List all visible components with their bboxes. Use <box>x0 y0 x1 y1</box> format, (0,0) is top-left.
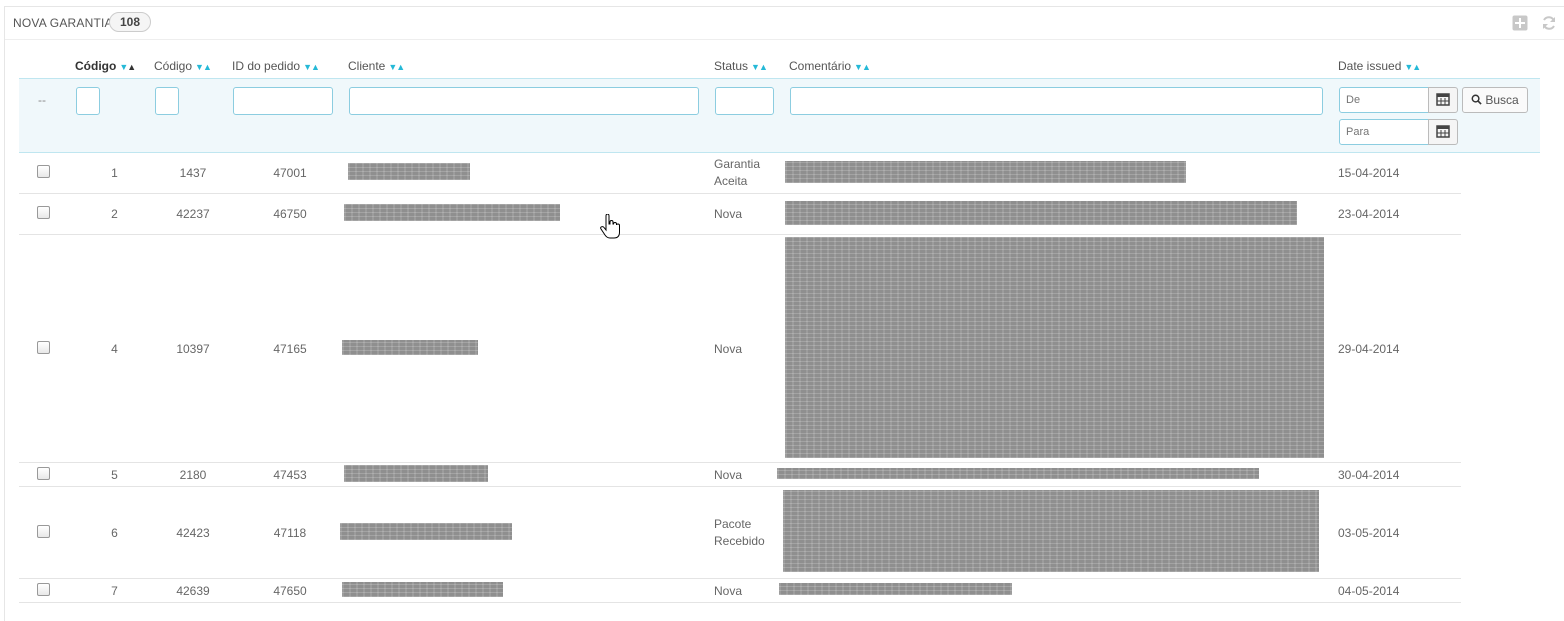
search-button[interactable]: Busca <box>1462 87 1528 113</box>
date-to-group <box>1339 119 1459 147</box>
filter-codigo-id[interactable] <box>76 87 100 115</box>
date-to-input[interactable] <box>1339 119 1429 145</box>
cell-status: Nova <box>714 578 789 603</box>
count-badge: 108 <box>109 12 152 32</box>
panel-title: NOVA GARANTIA <box>13 16 113 30</box>
row-checkbox[interactable] <box>37 582 50 596</box>
cell-date: 15-04-2014 <box>1338 152 1461 194</box>
col-codigo[interactable]: Código ▼▲ <box>154 54 232 79</box>
row-checkbox[interactable] <box>37 165 50 178</box>
cell-id: 1 <box>75 152 154 194</box>
cell-date: 23-04-2014 <box>1338 193 1461 235</box>
filter-row: -- Busca <box>19 78 1540 153</box>
sort-arrows-icon[interactable]: ▼▲ <box>303 62 320 72</box>
col-codigo-id[interactable]: Código ▼▲ <box>75 54 154 79</box>
warranty-table: Código ▼▲ Código ▼▲ ID do pedido ▼▲ Cliente… <box>19 54 1540 603</box>
add-icon[interactable] <box>1512 15 1528 31</box>
filter-customer[interactable] <box>349 87 699 115</box>
redacted-customer <box>342 339 478 355</box>
col-order-id[interactable]: ID do pedido ▼▲ <box>232 54 348 79</box>
cell-date: 30-04-2014 <box>1338 462 1461 487</box>
filter-comment[interactable] <box>790 87 1323 115</box>
redacted-comment <box>777 467 1259 479</box>
cell-id: 4 <box>75 234 154 463</box>
table-row[interactable]: 5 2180 47453 Nova 30-04-2014 <box>19 462 1540 487</box>
filter-codigo[interactable] <box>155 87 179 115</box>
redacted-customer <box>342 581 503 597</box>
cell-code: 42237 <box>154 193 232 235</box>
cell-status: Pacote Recebido <box>714 486 789 579</box>
col-comment[interactable]: Comentário ▼▲ <box>789 54 1338 79</box>
redacted-comment <box>785 160 1186 183</box>
col-customer[interactable]: Cliente ▼▲ <box>348 54 714 79</box>
cell-date: 04-05-2014 <box>1338 578 1461 603</box>
cell-order: 47001 <box>232 152 348 194</box>
sort-arrows-icon[interactable]: ▼▲ <box>195 62 212 72</box>
cell-order: 47118 <box>232 486 348 579</box>
sort-arrows-icon[interactable]: ▼▲ <box>1404 62 1421 72</box>
table-row[interactable]: 1 1437 47001 Garantia Aceita 15-04-2014 <box>19 152 1540 194</box>
col-status[interactable]: Status ▼▲ <box>714 54 789 79</box>
refresh-icon[interactable] <box>1541 15 1557 31</box>
cell-id: 6 <box>75 486 154 579</box>
cell-order: 47453 <box>232 462 348 487</box>
cell-order: 47650 <box>232 578 348 603</box>
cell-code: 2180 <box>154 462 232 487</box>
calendar-icon[interactable] <box>1428 87 1458 113</box>
cell-date: 03-05-2014 <box>1338 486 1461 579</box>
redacted-comment <box>783 490 1319 572</box>
redacted-customer <box>348 163 470 180</box>
col-date-issued[interactable]: Date issued ▼▲ <box>1338 54 1461 79</box>
sort-arrows-icon[interactable]: ▼▲ <box>854 62 871 72</box>
filter-status[interactable] <box>715 87 774 115</box>
table-row[interactable]: 7 42639 47650 Nova 04-05-2014 <box>19 578 1540 603</box>
cell-id: 7 <box>75 578 154 603</box>
date-from-group <box>1339 87 1459 115</box>
cell-code: 1437 <box>154 152 232 194</box>
calendar-icon[interactable] <box>1428 119 1458 145</box>
table-row[interactable]: 2 42237 46750 Nova 23-04-2014 <box>19 193 1540 235</box>
sort-arrows-icon[interactable]: ▼▲ <box>119 62 136 72</box>
redacted-comment <box>785 200 1297 225</box>
cell-code: 10397 <box>154 234 232 463</box>
cell-status: Nova <box>714 234 789 463</box>
redacted-customer <box>344 464 488 482</box>
cell-code: 42423 <box>154 486 232 579</box>
sort-arrows-icon[interactable]: ▼▲ <box>388 62 405 72</box>
cell-order: 46750 <box>232 193 348 235</box>
search-label: Busca <box>1485 93 1519 107</box>
redacted-customer <box>340 522 512 540</box>
row-checkbox[interactable] <box>37 340 50 354</box>
cell-status: Garantia Aceita <box>714 152 789 194</box>
header-row: Código ▼▲ Código ▼▲ ID do pedido ▼▲ Cliente… <box>19 54 1540 79</box>
row-checkbox[interactable] <box>37 524 50 538</box>
redacted-customer <box>344 204 560 221</box>
cell-id: 5 <box>75 462 154 487</box>
cell-code: 42639 <box>154 578 232 603</box>
redacted-comment <box>779 583 1012 595</box>
search-icon <box>1471 94 1482 105</box>
panel-header: NOVA GARANTIA 108 <box>5 7 1564 40</box>
hand-cursor-icon <box>600 214 620 239</box>
cell-status: Nova <box>714 193 789 235</box>
table-row[interactable]: 6 42423 47118 Pacote Recebido 03-05-2014 <box>19 486 1540 579</box>
sort-arrows-icon[interactable]: ▼▲ <box>751 62 768 72</box>
row-checkbox[interactable] <box>37 206 50 219</box>
cell-order: 47165 <box>232 234 348 463</box>
bulk-select-dash[interactable]: -- <box>38 93 46 107</box>
cell-id: 2 <box>75 193 154 235</box>
table-row[interactable]: 4 10397 47165 Nova 29-04-2014 <box>19 234 1540 463</box>
redacted-comment <box>785 236 1324 458</box>
cell-date: 29-04-2014 <box>1338 234 1461 463</box>
date-from-input[interactable] <box>1339 87 1429 113</box>
filter-order-id[interactable] <box>233 87 333 115</box>
row-checkbox[interactable] <box>37 466 50 480</box>
